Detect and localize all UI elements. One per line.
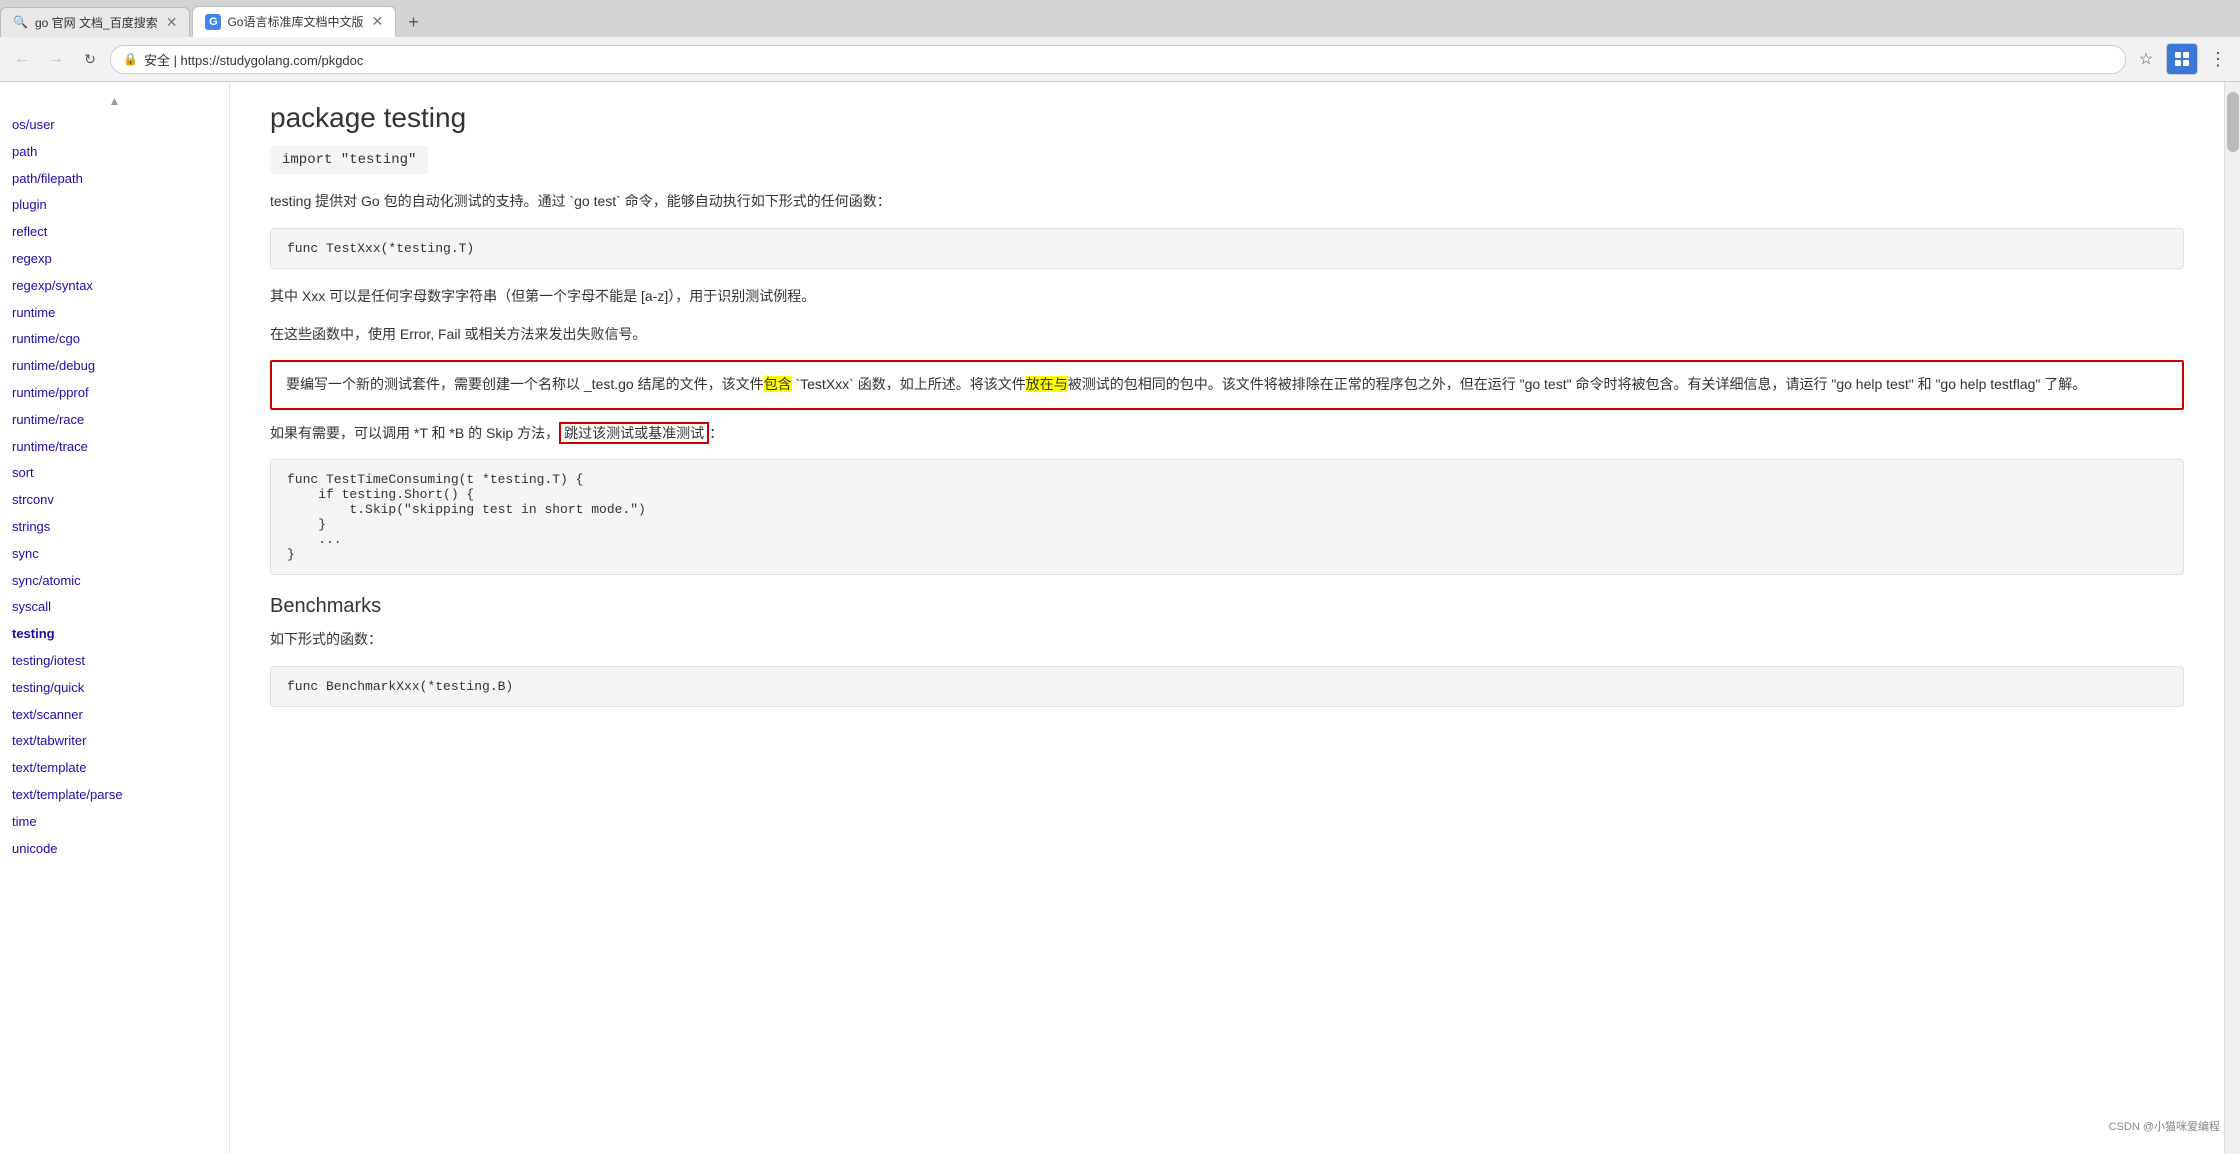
code-line-5: ... (287, 532, 2167, 547)
sidebar-item-os-user[interactable]: os/user (0, 112, 229, 139)
code-line-1: func TestTimeConsuming(t *testing.T) { (287, 472, 2167, 487)
chrome-menu-button[interactable]: ⋮ (2204, 45, 2232, 73)
tab1-close[interactable]: ✕ (166, 14, 178, 31)
highlight-place: 放在与 (1026, 376, 1068, 392)
sidebar-item-reflect[interactable]: reflect (0, 219, 229, 246)
description-4-text: 如果有需要，可以调用 *T 和 *B 的 Skip 方法， (270, 425, 559, 441)
sidebar-item-text-template-parse[interactable]: text/template/parse (0, 782, 229, 809)
url-display: 安全 | https://studygolang.com/pkgdoc (144, 50, 2113, 69)
sidebar: ▲ os/user path path/filepath plugin refl… (0, 82, 230, 1154)
watermark-text: CSDN @小猫咪爱编程 (2109, 1121, 2220, 1133)
lock-icon: 🔒 (123, 52, 138, 66)
code-line-3: t.Skip("skipping test in short mode.") (287, 502, 2167, 517)
sidebar-item-syscall[interactable]: syscall (0, 594, 229, 621)
sidebar-item-runtime[interactable]: runtime (0, 300, 229, 327)
page-title: package testing (270, 102, 2184, 134)
sidebar-item-strings[interactable]: strings (0, 514, 229, 541)
tab1-favicon: 🔍 (13, 15, 29, 31)
sidebar-item-unicode[interactable]: unicode (0, 836, 229, 863)
sidebar-item-text-tabwriter[interactable]: text/tabwriter (0, 728, 229, 755)
tab1-title: go 官网 文档_百度搜索 (35, 14, 158, 31)
code-block-3: func BenchmarkXxx(*testing.B) (270, 666, 2184, 707)
scrollbar-thumb[interactable] (2227, 92, 2239, 152)
url-bar[interactable]: 🔒 安全 | https://studygolang.com/pkgdoc (110, 45, 2126, 74)
description-4: 如果有需要，可以调用 *T 和 *B 的 Skip 方法，跳过该测试或基准测试： (270, 422, 2184, 446)
code-line-6: } (287, 547, 2167, 562)
sidebar-item-sort[interactable]: sort (0, 460, 229, 487)
sidebar-item-plugin[interactable]: plugin (0, 192, 229, 219)
sidebar-item-testing-iotest[interactable]: testing/iotest (0, 648, 229, 675)
forward-button[interactable]: → (42, 45, 70, 73)
sidebar-item-runtime-pprof[interactable]: runtime/pprof (0, 380, 229, 407)
sidebar-item-strconv[interactable]: strconv (0, 487, 229, 514)
code-3-text: func BenchmarkXxx(*testing.B) (287, 679, 513, 694)
new-tab-button[interactable]: + (398, 7, 429, 37)
tab2-close[interactable]: ✕ (371, 13, 383, 30)
tab-2[interactable]: G Go语言标准库文档中文版 ✕ (192, 6, 396, 37)
main-content: package testing import "testing" testing… (230, 82, 2224, 1154)
sidebar-item-regexp[interactable]: regexp (0, 246, 229, 273)
sidebar-item-text-template[interactable]: text/template (0, 755, 229, 782)
sidebar-item-sync[interactable]: sync (0, 541, 229, 568)
code-block-1: func TestXxx(*testing.T) (270, 228, 2184, 269)
right-scrollbar[interactable] (2224, 82, 2240, 1154)
code-1-text: func TestXxx(*testing.T) (287, 241, 474, 256)
code-line-4: } (287, 517, 2167, 532)
highlighted-paragraph-box: 要编写一个新的测试套件，需要创建一个名称以 _test.go 结尾的文件，该文件… (270, 360, 2184, 409)
bookmark-button[interactable]: ☆ (2132, 45, 2160, 73)
sidebar-item-path-filepath[interactable]: path/filepath (0, 166, 229, 193)
import-statement: import "testing" (270, 146, 428, 174)
highlighted-text: 要编写一个新的测试套件，需要创建一个名称以 _test.go 结尾的文件，该文件… (286, 372, 2168, 397)
sidebar-item-path[interactable]: path (0, 139, 229, 166)
tab2-favicon: G (205, 14, 221, 30)
sidebar-item-regexp-syntax[interactable]: regexp/syntax (0, 273, 229, 300)
extension-button[interactable] (2166, 43, 2198, 75)
tab-bar: 🔍 go 官网 文档_百度搜索 ✕ G Go语言标准库文档中文版 ✕ + (0, 0, 2240, 37)
description-4-end: ： (709, 425, 723, 441)
watermark: CSDN @小猫咪爱编程 (2109, 1118, 2220, 1134)
back-button[interactable]: ← (8, 45, 36, 73)
sidebar-item-text-scanner[interactable]: text/scanner (0, 702, 229, 729)
tab2-title: Go语言标准库文档中文版 (227, 13, 363, 30)
scroll-up-arrow[interactable]: ▲ (0, 90, 229, 112)
reload-button[interactable]: ↻ (76, 45, 104, 73)
address-bar: ← → ↻ 🔒 安全 | https://studygolang.com/pkg… (0, 37, 2240, 81)
page-layout: ▲ os/user path path/filepath plugin refl… (0, 82, 2240, 1154)
description-1: testing 提供对 Go 包的自动化测试的支持。通过 `go test` 命… (270, 190, 2184, 214)
benchmarks-title: Benchmarks (270, 595, 2184, 618)
skip-link[interactable]: 跳过该测试或基准测试 (559, 422, 709, 444)
sidebar-item-runtime-race[interactable]: runtime/race (0, 407, 229, 434)
highlight-contains: 包含 (764, 376, 792, 392)
code-line-2: if testing.Short() { (287, 487, 2167, 502)
description-2: 其中 Xxx 可以是任何字母数字字符串（但第一个字母不能是 [a-z]），用于识… (270, 285, 2184, 309)
description-3: 在这些函数中，使用 Error, Fail 或相关方法来发出失败信号。 (270, 323, 2184, 347)
sidebar-item-sync-atomic[interactable]: sync/atomic (0, 568, 229, 595)
browser-chrome: 🔍 go 官网 文档_百度搜索 ✕ G Go语言标准库文档中文版 ✕ + ← →… (0, 0, 2240, 82)
sidebar-item-testing[interactable]: testing (0, 621, 229, 648)
code-block-2: func TestTimeConsuming(t *testing.T) { i… (270, 459, 2184, 575)
sidebar-item-runtime-cgo[interactable]: runtime/cgo (0, 326, 229, 353)
tab-1[interactable]: 🔍 go 官网 文档_百度搜索 ✕ (0, 7, 190, 37)
extension-icon (2173, 50, 2191, 68)
sidebar-item-runtime-trace[interactable]: runtime/trace (0, 434, 229, 461)
sidebar-item-runtime-debug[interactable]: runtime/debug (0, 353, 229, 380)
benchmarks-description: 如下形式的函数： (270, 628, 2184, 652)
sidebar-item-testing-quick[interactable]: testing/quick (0, 675, 229, 702)
sidebar-item-time[interactable]: time (0, 809, 229, 836)
